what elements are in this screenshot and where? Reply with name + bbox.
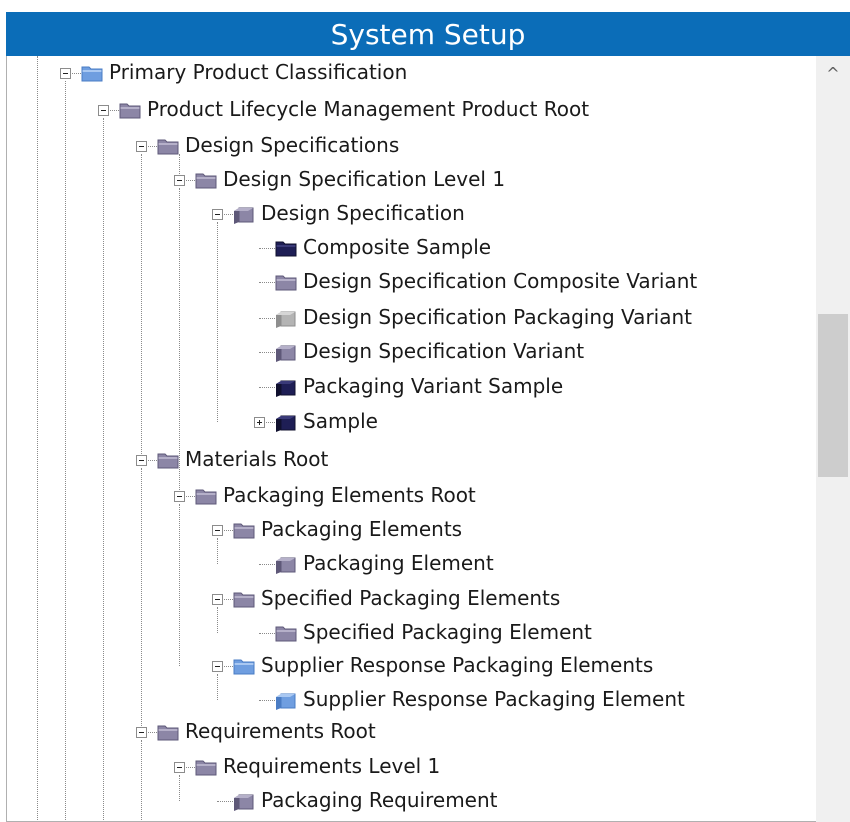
tree-node-label[interactable]: Packaging Requirement [261,788,498,812]
cube-gray-icon [275,555,297,579]
tree-node-label[interactable]: Packaging Variant Sample [303,374,563,398]
folder-gray-icon [157,451,179,473]
collapse-toggle[interactable] [212,209,223,220]
tree-guide-line [179,188,180,496]
folder-navy-icon [275,239,297,261]
tree-node-label[interactable]: Design Specifications [185,133,399,157]
folder-gray-icon [275,273,297,295]
collapse-toggle[interactable] [212,594,223,605]
tree-node-label[interactable]: Requirements Root [185,719,376,743]
folder-gray-icon [119,101,141,123]
folder-gray-icon [195,487,217,509]
scrollbar-thumb[interactable] [818,314,848,477]
tree-guide-line [37,56,38,821]
collapse-toggle[interactable] [174,762,185,773]
collapse-toggle[interactable] [60,68,71,79]
vertical-scrollbar[interactable]: ^ [816,56,850,822]
collapse-toggle[interactable] [136,455,147,466]
tree-node-label[interactable]: Composite Sample [303,235,491,259]
cube-blue-icon [275,691,297,715]
tree-node-label[interactable]: Product Lifecycle Management Product Roo… [147,97,589,121]
tree-node-label[interactable]: Supplier Response Packaging Elements [261,653,653,677]
tree-node-label[interactable]: Sample [303,409,378,433]
collapse-toggle[interactable] [212,525,223,536]
collapse-toggle[interactable] [136,727,147,738]
tree-node-label[interactable]: Specified Packaging Element [303,620,592,644]
chevron-up-icon: ^ [826,63,840,83]
folder-gray-icon [195,758,217,780]
classification-tree[interactable]: Primary Product Classification Product L… [6,56,816,822]
tree-guide-line [103,118,104,821]
scroll-up-button[interactable]: ^ [816,62,850,84]
tree-guide-line [141,154,142,460]
collapse-toggle[interactable] [212,661,223,672]
folder-gray-icon [157,137,179,159]
title-bar: System Setup [6,12,850,56]
cube-lightgray-icon [275,309,297,333]
cube-gray-icon [233,205,255,229]
tree-node-label[interactable]: Packaging Elements Root [223,483,476,507]
collapse-toggle[interactable] [174,175,185,186]
tree-node-label[interactable]: Design Specification Variant [303,339,584,363]
tree-node-label[interactable]: Materials Root [185,447,328,471]
cube-navy-icon [275,413,297,437]
folder-gray-icon [233,590,255,612]
tree-node-label[interactable]: Design Specification Composite Variant [303,269,697,293]
tree-guide-line [141,740,142,821]
tree-guide-line [217,607,218,633]
tree-node-label[interactable]: Specified Packaging Elements [261,586,560,610]
collapse-toggle[interactable] [136,141,147,152]
cube-navy-icon [275,378,297,402]
tree-node-label[interactable]: Primary Product Classification [109,60,407,84]
folder-gray-icon [195,171,217,193]
tree-guide-line [217,538,218,564]
tree-node-label[interactable]: Requirements Level 1 [223,754,440,778]
tree-guide-line [217,674,218,700]
folder-gray-icon [157,723,179,745]
tree-node-label[interactable]: Design Specification [261,201,465,225]
expand-toggle[interactable] [254,417,265,428]
tree-node-label[interactable]: Packaging Element [303,551,494,575]
tree-node-label[interactable]: Design Specification Level 1 [223,167,505,191]
tree-guide-line [179,775,180,801]
cube-gray-icon [233,792,255,816]
tree-guide-line [65,81,66,821]
system-setup-window: System Setup Primary Product Classificat… [0,0,850,822]
window-title: System Setup [330,17,526,51]
tree-guide-line [217,222,218,422]
folder-blue-icon [81,64,103,86]
tree-guide-line [179,504,180,666]
tree-node-label[interactable]: Packaging Elements [261,517,462,541]
folder-gray-icon [275,624,297,646]
tree-node-label[interactable]: Design Specification Packaging Variant [303,305,692,329]
folder-gray-icon [233,521,255,543]
folder-blue-icon [233,657,255,679]
collapse-toggle[interactable] [98,105,109,116]
collapse-toggle[interactable] [174,491,185,502]
cube-gray-icon [275,343,297,367]
tree-guide-line [141,468,142,732]
tree-node-label[interactable]: Supplier Response Packaging Element [303,687,685,711]
